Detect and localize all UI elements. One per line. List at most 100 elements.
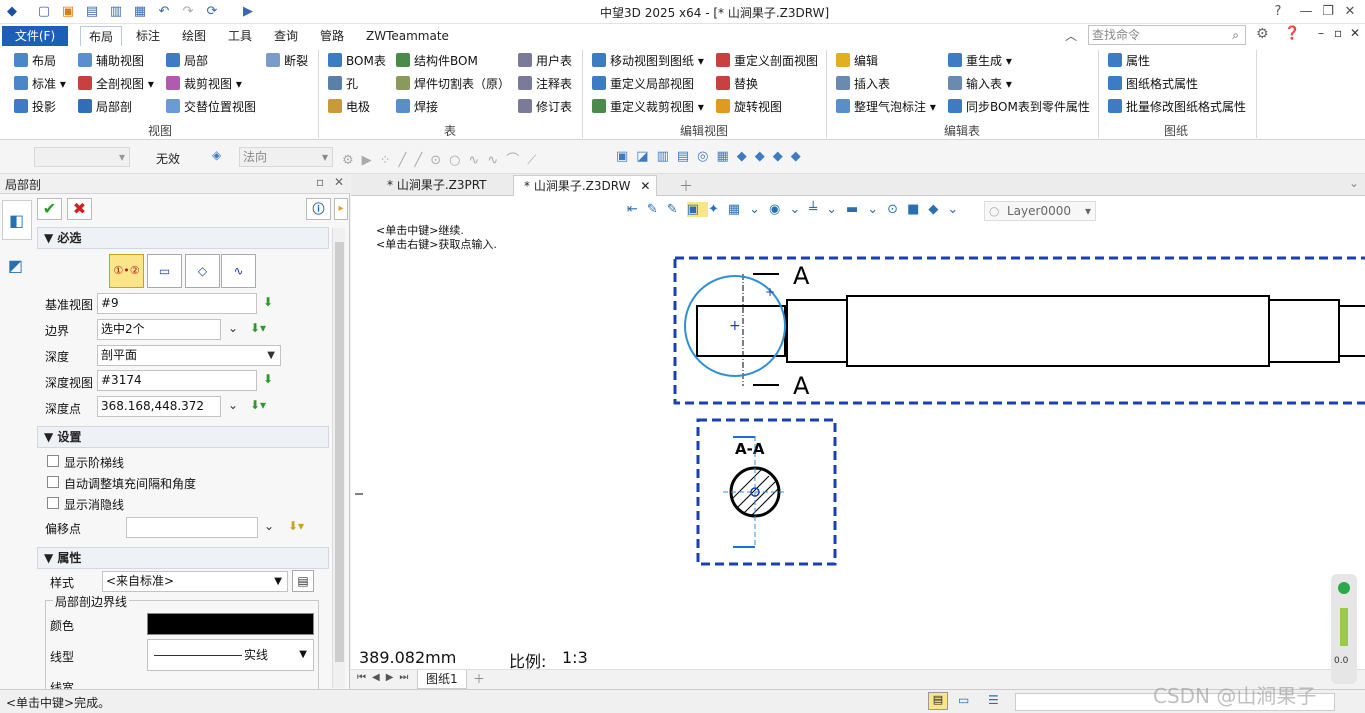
save-all-icon[interactable]: ▦ [132,4,148,20]
spline-boundary-button[interactable]: ∿ [221,254,256,288]
redefine-crop-button[interactable]: 重定义裁剪视图 ▾ [592,97,704,117]
standard-button[interactable]: 标准 ▾ [14,74,66,94]
run-icon[interactable]: ▶ [240,4,256,20]
arrange-balloons-button[interactable]: 整理气泡标注 ▾ [836,97,936,117]
list-icon[interactable]: ☰ [988,693,999,707]
user-table-button[interactable]: 用户表 [518,51,572,71]
revision-table-button[interactable]: 修订表 [518,97,572,117]
command-search-input[interactable]: 查找命令 ⌕ [1088,25,1246,45]
depth-point-field[interactable]: 368.168,448.372 [97,396,221,417]
show-hidden-lines-checkbox[interactable] [47,497,59,509]
cancel-button[interactable]: ✖ [67,198,92,220]
show-step-lines-checkbox[interactable] [47,455,59,467]
offset-expand-icon[interactable]: ⌄ [264,519,274,533]
base-view-field[interactable]: #9 [97,293,257,314]
tab-drawing-file[interactable]: * 山涧果子.Z3DRW ✕ [513,175,658,196]
depth-point-expand-icon[interactable]: ⌄ [228,398,238,412]
close-icon[interactable]: ✕ [1342,4,1358,20]
pick-offset-icon[interactable]: ⬇▾ [288,519,304,533]
snap-tools-group[interactable]: ⚙▶⁘╱╱⊙○∿∿⌒⟋ [342,149,544,168]
view-slider[interactable]: 0.0 [1331,574,1357,684]
style-select[interactable]: <来自标准> ▼ [102,571,288,592]
replace-button[interactable]: 替换 [716,74,758,94]
close-tab-icon[interactable]: ✕ [640,176,650,196]
view-tools-group[interactable]: ▣◪▥▤◎▦◆◆◆◆ [616,149,809,164]
sheet-properties-button[interactable]: 属性 [1108,51,1150,71]
restore-icon[interactable]: ❐ [1320,4,1336,20]
required-section-header[interactable]: ▼ 必选 [37,227,329,249]
doc-restore-icon[interactable]: ▫ [1334,26,1342,40]
tab-tools[interactable]: 工具 [220,26,260,46]
open-file-icon[interactable]: ▣ [60,4,76,20]
tab-list-icon[interactable]: ⌄ [1349,176,1359,190]
drawing-canvas[interactable]: ⇤✎✎▣✦▦⌄◉⌄╧⌄▬⌄⊙■◆⌄ ○ Layer0000 ▾ <单击中键>继续. … [351,196,1365,689]
projection-button[interactable]: 投影 [14,97,56,117]
filter-select[interactable]: ▾ [34,147,130,167]
rotate-view-button[interactable]: 旋转视图 [716,97,782,117]
two-point-boundary-button[interactable]: ①•② [109,254,144,288]
print-icon[interactable]: ▥ [108,4,124,20]
redo-icon[interactable]: ↷ [180,4,196,20]
sheet-format-properties-button[interactable]: 图纸格式属性 [1108,74,1198,94]
tab-piping[interactable]: 管路 [312,26,352,46]
side-tab-history[interactable]: ◩ [4,252,30,278]
tab-layout[interactable]: 布局 [80,26,123,46]
info-button[interactable]: ⓘ [306,198,331,220]
add-tab-icon[interactable]: ＋ [679,176,693,196]
scrollbar-thumb[interactable] [335,242,344,662]
structure-bom-button[interactable]: 结构件BOM [396,51,478,71]
save-style-button[interactable]: ▤ [292,570,314,592]
help-icon[interactable]: ? [1270,4,1286,20]
weld-cut-table-button[interactable]: 焊件切割表（原） [396,74,510,94]
properties-section-header[interactable]: ▼ 属性 [37,547,329,569]
help-circle-icon[interactable]: ❓ [1284,26,1300,41]
alternate-position-button[interactable]: 交替位置视图 [166,97,256,117]
insert-table-button[interactable]: 插入表 [836,74,890,94]
doc-minimize-icon[interactable]: – [1318,26,1324,40]
tab-annotate[interactable]: 标注 [128,26,168,46]
auto-hatch-checkbox[interactable] [47,476,59,488]
tab-draw[interactable]: 绘图 [174,26,214,46]
bom-table-button[interactable]: BOM表 [328,51,386,71]
import-table-button[interactable]: 输入表 ▾ [948,74,1012,94]
refresh-icon[interactable]: ⟳ [204,4,220,20]
polygon-boundary-button[interactable]: ◇ [185,254,220,288]
offset-point-field[interactable] [126,517,258,538]
aux-view-button[interactable]: 辅助视图 [78,51,144,71]
break-button[interactable]: 断裂 [266,51,308,71]
expand-panel-button[interactable]: ▸ [334,198,348,220]
depth-view-field[interactable]: #3174 [97,370,257,391]
panel-close-icon[interactable]: ✕ [334,175,344,189]
weld-table-button[interactable]: 焊接 [396,97,438,117]
minimize-icon[interactable]: — [1298,4,1314,20]
rectangle-boundary-button[interactable]: ▭ [147,254,182,288]
move-view-to-sheet-button[interactable]: 移动视图到图纸 ▾ [592,51,704,71]
save-icon[interactable]: ▤ [84,4,100,20]
tab-zwteammate[interactable]: ZWTeammate [358,26,457,46]
display-icon[interactable]: ▭ [958,693,969,707]
redefine-section-button[interactable]: 重定义剖面视图 [716,51,818,71]
electrode-table-button[interactable]: 电极 [328,97,370,117]
tab-part-file[interactable]: * 山涧果子.Z3PRT [377,175,497,196]
direction-select[interactable]: 法向 ▾ [239,147,333,167]
tab-query[interactable]: 查询 [266,26,306,46]
depth-select[interactable]: 剖平面 ▼ [97,345,281,366]
sync-bom-button[interactable]: 同步BOM表到零件属性 [948,97,1090,117]
tab-file[interactable]: 文件(F) [2,26,68,46]
add-sheet-icon[interactable]: ＋ [473,670,485,687]
layout-button[interactable]: 布局 [14,51,56,71]
panel-scrollbar[interactable] [332,228,345,688]
broken-out-section-button[interactable]: 局部剖 [78,97,132,117]
batch-format-button[interactable]: 批量修改图纸格式属性 [1108,97,1246,117]
new-file-icon[interactable]: ▢ [36,4,52,20]
linetype-select[interactable]: 实线 ▼ [147,639,314,671]
pick-boundary-icon[interactable]: ⬇▾ [250,321,266,335]
settings-section-header[interactable]: ▼ 设置 [37,426,329,448]
color-swatch[interactable] [147,613,314,635]
pick-depth-point-icon[interactable]: ⬇▾ [250,398,266,412]
slider-track[interactable] [1340,608,1348,646]
invalid-label[interactable]: 无效 [156,150,180,167]
status-toggle-icon[interactable]: ▤ [928,692,948,710]
boundary-expand-icon[interactable]: ⌄ [228,321,238,335]
edit-table-button[interactable]: 编辑 [836,51,878,71]
